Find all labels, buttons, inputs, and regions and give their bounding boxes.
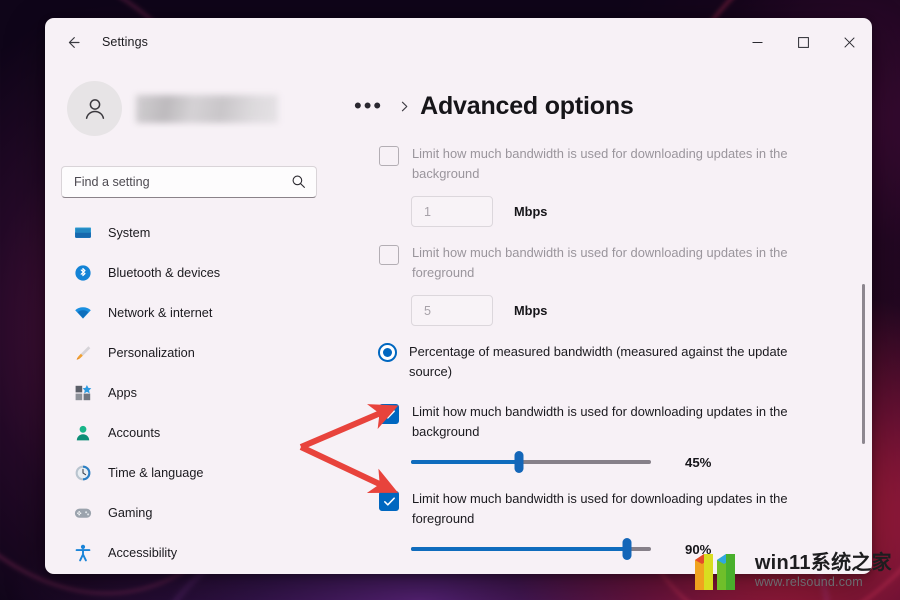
account-name-redacted	[136, 94, 278, 123]
limit-background-percent-checkbox[interactable]	[379, 404, 399, 424]
search-input[interactable]	[74, 174, 291, 189]
limit-background-absolute-label: Limit how much bandwidth is used for dow…	[412, 146, 788, 181]
back-button[interactable]	[57, 26, 89, 58]
clock-icon	[73, 463, 93, 483]
content-scrollbar[interactable]	[862, 284, 865, 444]
background-mbps-field[interactable]	[411, 196, 493, 227]
foreground-mbps-unit: Mbps	[514, 303, 548, 318]
limit-foreground-percent-row: Limit how much bandwidth is used for dow…	[349, 489, 852, 529]
sidebar-item-label: Accounts	[108, 425, 161, 440]
percentage-radio-button[interactable]	[378, 343, 397, 362]
sidebar-item-network-internet[interactable]: Network & internet	[61, 296, 317, 329]
breadcrumb-overflow-button[interactable]: •••	[349, 95, 388, 117]
settings-content: Limit how much bandwidth is used for dow…	[349, 144, 872, 560]
percentage-radio-label: Percentage of measured bandwidth (measur…	[409, 344, 788, 379]
limit-background-percent-row: Limit how much bandwidth is used for dow…	[349, 402, 852, 442]
window-body: System Bluetooth & devices	[45, 66, 872, 574]
background-percent-slider[interactable]	[411, 451, 651, 473]
sidebar-item-label: System	[108, 225, 151, 240]
limit-foreground-percent-label: Limit how much bandwidth is used for dow…	[412, 491, 788, 526]
sidebar-item-accounts[interactable]: Accounts	[61, 416, 317, 449]
maximize-icon	[797, 36, 809, 48]
watermark-title: win11系统之家	[754, 551, 892, 574]
bluetooth-icon	[73, 263, 93, 283]
app-title: Settings	[102, 35, 148, 49]
sidebar-item-label: Personalization	[108, 345, 195, 360]
window-controls	[734, 18, 872, 66]
limit-foreground-percent-checkbox[interactable]	[379, 491, 399, 511]
sidebar-item-label: Accessibility	[108, 545, 178, 560]
sidebar: System Bluetooth & devices	[45, 66, 335, 574]
checkmark-icon	[383, 409, 395, 419]
sidebar-nav-list: System Bluetooth & devices Network & int…	[61, 216, 317, 574]
close-icon	[843, 36, 855, 48]
limit-foreground-absolute-row: Limit how much bandwidth is used for dow…	[349, 243, 852, 283]
wifi-icon	[73, 303, 93, 323]
gamepad-icon	[73, 503, 93, 523]
slider-fill	[411, 460, 519, 464]
sidebar-item-bluetooth-devices[interactable]: Bluetooth & devices	[61, 256, 317, 289]
background-mbps-row: Mbps	[411, 196, 852, 227]
sidebar-item-apps[interactable]: Apps	[61, 376, 317, 409]
limit-background-percent-label: Limit how much bandwidth is used for dow…	[412, 404, 788, 439]
limit-foreground-absolute-label: Limit how much bandwidth is used for dow…	[412, 245, 788, 280]
search-box[interactable]	[61, 165, 317, 199]
chevron-right-icon	[398, 100, 411, 113]
minimize-icon	[752, 41, 762, 43]
radio-dot	[383, 348, 392, 357]
settings-window: Settings Find a setting System Bluetooth…	[45, 18, 872, 574]
account-text	[136, 94, 278, 123]
background-mbps-unit: Mbps	[514, 204, 548, 219]
account-block[interactable]	[67, 78, 317, 140]
title-bar: Settings	[45, 18, 872, 66]
back-arrow-icon	[68, 36, 80, 48]
close-button[interactable]	[826, 18, 872, 66]
watermark-logo-icon	[694, 554, 735, 590]
sidebar-item-label: Time & language	[108, 465, 204, 480]
minimize-button[interactable]	[734, 18, 780, 66]
foreground-mbps-input[interactable]	[424, 303, 492, 318]
sidebar-item-accessibility[interactable]: Accessibility	[61, 536, 317, 569]
sidebar-item-label: Apps	[108, 385, 137, 400]
slider-fill	[411, 547, 627, 551]
sidebar-item-gaming[interactable]: Gaming	[61, 496, 317, 529]
limit-foreground-absolute-checkbox[interactable]	[379, 245, 399, 265]
watermark-text: win11系统之家 www.relsound.com	[755, 551, 892, 590]
sidebar-item-system[interactable]: System	[61, 216, 317, 249]
foreground-mbps-field[interactable]	[411, 295, 493, 326]
page-title: Advanced options	[420, 91, 634, 120]
background-percent-value: 45%	[685, 454, 712, 470]
sidebar-item-personalization[interactable]: Personalization	[61, 336, 317, 369]
background-percent-slider-row: 45%	[349, 451, 852, 473]
sidebar-item-time-language[interactable]: Time & language	[61, 456, 317, 489]
slider-thumb[interactable]	[514, 451, 524, 473]
watermark: win11系统之家 www.relsound.com	[691, 546, 892, 594]
watermark-url: www.relsound.com	[754, 574, 863, 589]
search-icon	[291, 174, 306, 189]
sidebar-item-label: Network & internet	[108, 305, 213, 320]
slider-thumb[interactable]	[622, 538, 632, 560]
accessibility-icon	[73, 543, 93, 563]
monitor-icon	[73, 223, 93, 243]
main-pane: ••• Advanced options Limit how much band…	[335, 66, 872, 574]
limit-background-absolute-row: Limit how much bandwidth is used for dow…	[349, 144, 852, 184]
checkmark-icon	[383, 496, 395, 506]
foreground-mbps-row: Mbps	[411, 295, 852, 326]
sidebar-item-label: Bluetooth & devices	[108, 265, 221, 280]
avatar	[67, 81, 122, 137]
breadcrumb: ••• Advanced options	[349, 84, 872, 128]
sidebar-item-label: Gaming	[108, 505, 153, 520]
person-icon	[85, 98, 104, 119]
foreground-percent-slider[interactable]	[411, 538, 651, 560]
percentage-radio-row: Percentage of measured bandwidth (measur…	[349, 342, 852, 382]
desktop-background: Settings Find a setting System Bluetooth…	[0, 0, 900, 600]
paintbrush-icon	[73, 343, 93, 363]
person-icon	[73, 423, 93, 443]
background-mbps-input[interactable]	[424, 204, 492, 219]
maximize-button[interactable]	[780, 18, 826, 66]
limit-background-absolute-checkbox[interactable]	[379, 146, 399, 166]
apps-icon	[73, 383, 93, 403]
